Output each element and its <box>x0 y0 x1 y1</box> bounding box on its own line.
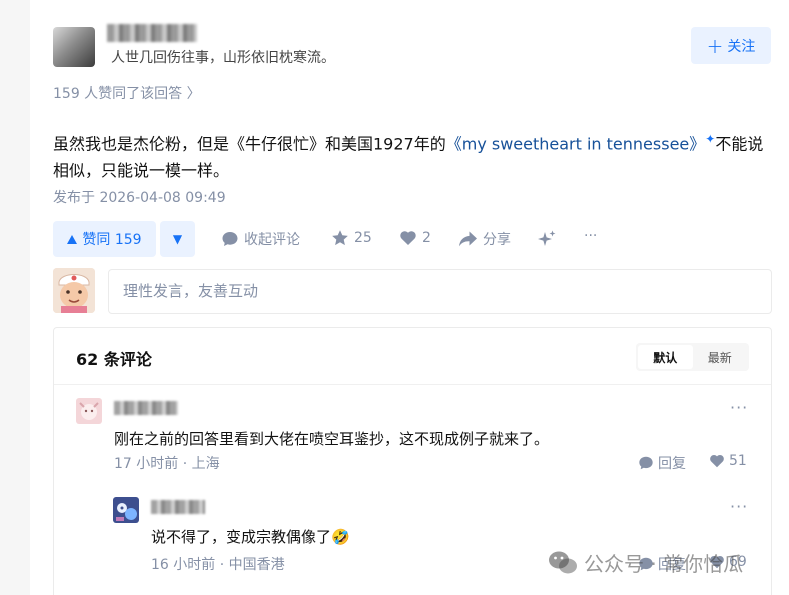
like-count: 2 <box>422 230 431 246</box>
fold-comments-button[interactable]: 收起评论 <box>221 229 300 249</box>
commenter-avatar[interactable] <box>113 497 139 523</box>
fold-comments-label: 收起评论 <box>244 232 300 248</box>
comment-bubble-icon <box>222 232 238 246</box>
comments-count-title: 62 条评论 <box>76 350 152 369</box>
heart-icon <box>400 231 416 245</box>
triangle-up-icon <box>67 234 78 244</box>
sort-latest-tab[interactable]: 最新 <box>693 345 748 369</box>
comment-like-button[interactable]: 51 <box>709 453 747 469</box>
plus-icon: + <box>706 33 724 58</box>
avatar-illustration <box>113 497 139 523</box>
comment-input[interactable]: 理性发言，友善互动 <box>108 269 772 314</box>
link-sparkle-icon: ✦ <box>705 132 716 146</box>
agree-count-link[interactable]: 159 人赞同了该回答 〉 <box>53 83 201 103</box>
wechat-icon <box>549 551 577 573</box>
commenter-name-redacted[interactable] <box>114 401 178 415</box>
reply-button[interactable]: 回复 <box>638 453 686 473</box>
comment-text: 说不得了，变成宗教偶像了🤣 <box>151 528 350 546</box>
favorite-button[interactable]: 25 <box>331 229 372 247</box>
comment-sort-toggle: 默认 最新 <box>636 343 749 371</box>
watermark-text: 公众号 · 常你恰瓜 <box>584 552 744 576</box>
current-user-avatar <box>53 268 95 313</box>
like-button[interactable]: 2 <box>399 229 431 247</box>
author-name-redacted[interactable] <box>107 24 197 42</box>
song-link[interactable]: 《my sweetheart in tennessee》 <box>446 134 706 153</box>
author-avatar[interactable] <box>53 27 95 67</box>
reply-label: 回复 <box>658 456 686 472</box>
watermark: 公众号 · 常你恰瓜 <box>548 548 743 577</box>
comment-more-button[interactable]: ··· <box>730 398 748 417</box>
sparkle-icon <box>538 230 556 246</box>
comment-bubble-icon <box>639 456 653 470</box>
favorite-count: 25 <box>354 230 372 246</box>
answer-text-before: 虽然我也是杰伦粉，但是《牛仔很忙》和美国1927年的 <box>53 134 446 154</box>
more-dots-icon: ··· <box>584 228 598 244</box>
vote-down-button[interactable]: ▼ <box>160 221 195 257</box>
answer-content: 虽然我也是杰伦粉，但是《牛仔很忙》和美国1927年的《my sweetheart… <box>53 126 778 184</box>
comment-like-count: 51 <box>729 453 747 469</box>
commenter-name-redacted[interactable] <box>151 500 205 514</box>
more-options-button[interactable]: ··· <box>584 228 597 244</box>
author-bio: 人世几回伤往事，山形依旧枕寒流。 <box>111 50 335 66</box>
triangle-down-icon: ▼ <box>172 232 183 246</box>
comment-more-button[interactable]: ··· <box>730 497 748 516</box>
star-icon <box>332 230 348 246</box>
share-arrow-icon <box>459 231 477 247</box>
vote-up-button[interactable]: 赞同 159 <box>53 221 156 257</box>
share-label: 分享 <box>483 232 511 248</box>
follow-label: 关注 <box>727 38 756 55</box>
avatar-illustration <box>76 398 102 424</box>
publish-time: 发布于 2026-04-08 09:49 <box>53 190 226 206</box>
follow-button[interactable]: + 关注 <box>691 27 771 64</box>
heart-icon <box>710 454 724 468</box>
comment-meta: 17 小时前 · 上海 <box>114 456 220 472</box>
share-button[interactable]: 分享 <box>458 229 511 249</box>
panel-divider <box>54 384 771 385</box>
ai-sparkle-button[interactable] <box>537 229 557 249</box>
vote-up-label: 赞同 159 <box>82 232 142 248</box>
comment-text: 刚在之前的回答里看到大佬在喷空耳鉴抄，这不现成例子就来了。 <box>114 430 550 448</box>
avatar-illustration <box>53 268 95 313</box>
sort-default-tab[interactable]: 默认 <box>638 345 693 369</box>
comment-meta: 16 小时前 · 中国香港 <box>151 557 285 573</box>
commenter-avatar[interactable] <box>76 398 102 424</box>
